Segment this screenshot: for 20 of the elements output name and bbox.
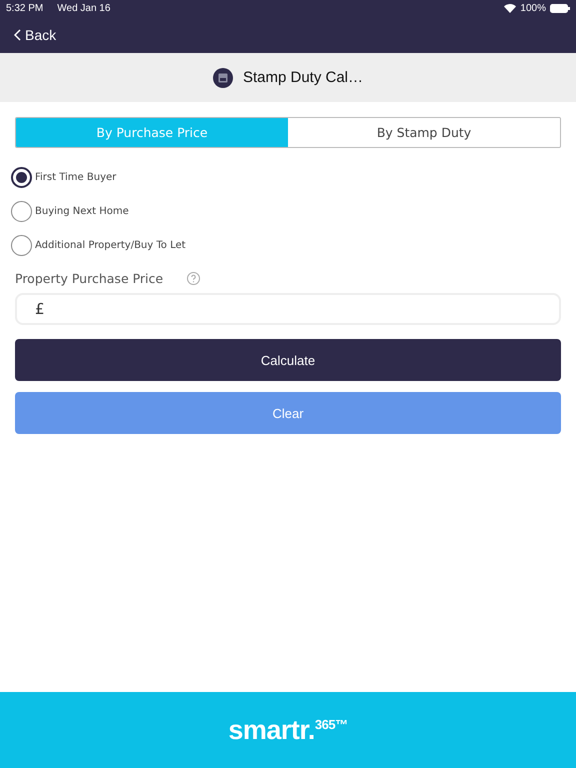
option-label: Additional Property/Buy To Let [35,240,186,251]
radio-button[interactable] [11,235,32,256]
help-icon[interactable] [187,272,200,285]
calculator-icon [212,68,233,88]
battery-percent: 100% [520,2,546,14]
back-button[interactable]: Back [14,26,56,42]
status-date: Wed Jan 16 [57,2,110,14]
field-label: Property Purchase Price [15,271,164,286]
page-title: Stamp Duty Cal… [242,69,364,86]
radio-button[interactable] [11,167,32,188]
calculate-button[interactable]: Calculate [15,339,561,381]
price-input[interactable]: £ [15,293,561,325]
wifi-icon [504,4,516,12]
status-time: 5:32 PM [6,2,44,14]
battery-icon [550,4,570,12]
option-label: First Time Buyer [35,172,116,183]
radio-button[interactable] [11,201,32,222]
chevron-left-icon [14,28,21,40]
option-label: Buying Next Home [35,206,129,217]
logo: smartr.$^{365™}$ [228,714,348,746]
